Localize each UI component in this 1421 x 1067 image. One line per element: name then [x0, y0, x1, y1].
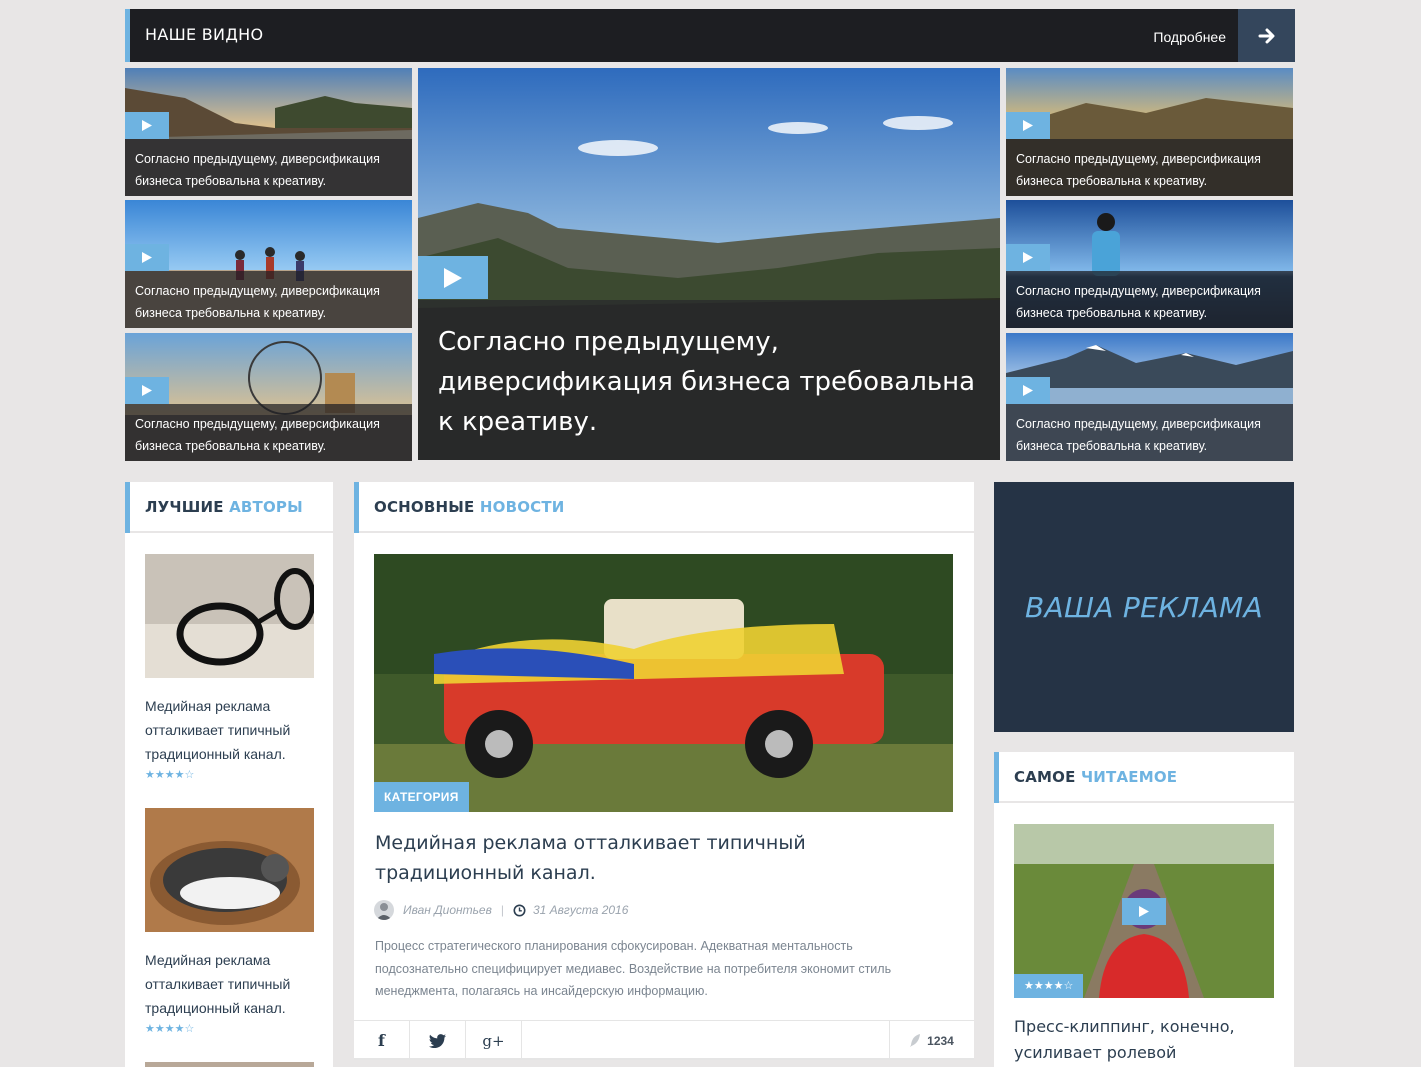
widget-title: ОСНОВНЫЕ НОВОСТИ — [374, 498, 565, 516]
more-link[interactable]: Подробнее — [1153, 29, 1226, 45]
glasses-image — [145, 554, 314, 678]
play-icon — [142, 120, 152, 131]
video-section-title: НАШЕ ВИДНО — [145, 25, 264, 44]
widget-header: ЛУЧШИЕ АВТОРЫ — [125, 482, 333, 533]
best-authors-widget: ЛУЧШИЕ АВТОРЫ Медийная реклама отталкива… — [125, 482, 333, 1067]
play-button-large[interactable] — [418, 256, 488, 299]
meta-separator: | — [500, 903, 504, 917]
author-image-glasses[interactable] — [145, 554, 314, 678]
count-value: 1234 — [927, 1033, 954, 1048]
facebook-share-button[interactable]: f — [354, 1021, 410, 1060]
featured-caption: Согласно предыдущему, диверсификация биз… — [418, 300, 1000, 460]
category-badge[interactable]: КАТЕГОРИЯ — [374, 782, 469, 812]
video-thumb-6[interactable]: Согласно предыдущему, диверсификация биз… — [1006, 333, 1293, 461]
video-thumb-1[interactable]: Согласно предыдущему, диверсификация биз… — [125, 68, 412, 196]
play-button[interactable] — [1122, 898, 1166, 925]
google-plus-share-button[interactable]: g+ — [466, 1021, 522, 1060]
ad-text: ВАША РЕКЛАМА — [1025, 590, 1263, 624]
header-accent — [354, 482, 359, 533]
rating-stars: ★★★★☆ — [1014, 974, 1084, 998]
golf-cart-image — [374, 554, 953, 812]
more-arrow-button[interactable] — [1238, 9, 1295, 62]
video-thumb-4[interactable]: Согласно предыдущему, диверсификация биз… — [1006, 68, 1293, 196]
arrow-right-icon — [1258, 28, 1274, 43]
author-text[interactable]: Медийная реклама отталкивает типичный тр… — [145, 948, 320, 1020]
clock-icon — [513, 904, 526, 916]
rating-stars: ★★★★☆ — [145, 1023, 195, 1035]
header-accent — [125, 9, 130, 62]
feather-icon — [910, 1034, 921, 1047]
video-caption: Согласно предыдущему, диверсификация биз… — [1006, 271, 1293, 328]
avatar-icon — [376, 903, 392, 920]
widget-title: САМОЕ ЧИТАЕМОЕ — [1014, 768, 1178, 786]
play-icon — [142, 385, 152, 396]
play-button[interactable] — [1006, 244, 1050, 271]
publish-date: 31 Августа 2016 — [532, 903, 629, 917]
author-text[interactable]: Медийная реклама отталкивает типичный тр… — [145, 694, 320, 766]
popular-image[interactable]: ★★★★☆ — [1014, 824, 1274, 998]
play-icon — [1023, 120, 1033, 131]
video-thumb-2[interactable]: Согласно предыдущему, диверсификация биз… — [125, 200, 412, 328]
widget-header: САМОЕ ЧИТАЕМОЕ — [994, 752, 1294, 803]
popular-title[interactable]: Пресс-клиппинг, конечно, усиливает ролев… — [1014, 1014, 1279, 1067]
play-button[interactable] — [125, 244, 169, 271]
widget-header: ОСНОВНЫЕ НОВОСТИ — [354, 482, 974, 533]
header-accent — [125, 482, 130, 533]
play-icon — [1023, 385, 1033, 396]
play-icon — [1023, 252, 1033, 263]
author-image-cats[interactable] — [145, 808, 314, 932]
news-headline[interactable]: Медийная реклама отталкивает типичный тр… — [375, 828, 935, 888]
likes-count[interactable]: 1234 — [889, 1021, 974, 1060]
news-image[interactable]: КАТЕГОРИЯ — [374, 554, 953, 812]
video-caption: Согласно предыдущему, диверсификация биз… — [1006, 139, 1293, 196]
video-caption: Согласно предыдущему, диверсификация биз… — [125, 139, 412, 196]
video-caption: Согласно предыдущему, диверсификация биз… — [125, 404, 412, 461]
featured-video[interactable]: Согласно предыдущему, диверсификация биз… — [418, 68, 1000, 460]
author-image-partial — [145, 1062, 314, 1067]
google-plus-icon: g+ — [482, 1031, 505, 1050]
video-thumb-3[interactable]: Согласно предыдущему, диверсификация биз… — [125, 333, 412, 461]
play-button[interactable] — [1006, 112, 1050, 139]
play-icon — [444, 267, 462, 288]
most-read-widget: САМОЕ ЧИТАЕМОЕ ★★★★☆ Пресс-клиппинг, кон… — [994, 752, 1294, 1067]
video-caption: Согласно предыдущему, диверсификация биз… — [125, 271, 412, 328]
play-button[interactable] — [125, 112, 169, 139]
video-caption: Согласно предыдущему, диверсификация биз… — [1006, 404, 1293, 461]
twitter-share-button[interactable] — [410, 1021, 466, 1060]
play-button[interactable] — [1006, 377, 1050, 404]
author-avatar[interactable] — [374, 900, 394, 920]
video-section-header: НАШЕ ВИДНО Подробнее — [125, 9, 1295, 62]
author-name[interactable]: Иван Дионтьев — [403, 903, 492, 917]
ad-banner[interactable]: ВАША РЕКЛАМА — [994, 482, 1294, 732]
play-icon — [142, 252, 152, 263]
play-icon — [1139, 906, 1149, 917]
main-news-widget: ОСНОВНЫЕ НОВОСТИ КАТЕГОРИЯ Медийная рекл… — [354, 482, 974, 1060]
share-bar: f g+ 1234 — [354, 1020, 974, 1060]
video-thumb-5[interactable]: Согласно предыдущему, диверсификация биз… — [1006, 200, 1293, 328]
rating-stars: ★★★★☆ — [145, 769, 195, 781]
news-meta: Иван Дионтьев | 31 Августа 2016 — [374, 900, 628, 920]
news-excerpt: Процесс стратегического планирования сфо… — [375, 939, 892, 998]
cats-basket-image — [145, 808, 314, 932]
twitter-icon — [429, 1033, 446, 1048]
facebook-icon: f — [378, 1031, 385, 1050]
widget-title: ЛУЧШИЕ АВТОРЫ — [145, 498, 303, 516]
header-accent — [994, 752, 999, 803]
play-button[interactable] — [125, 377, 169, 404]
